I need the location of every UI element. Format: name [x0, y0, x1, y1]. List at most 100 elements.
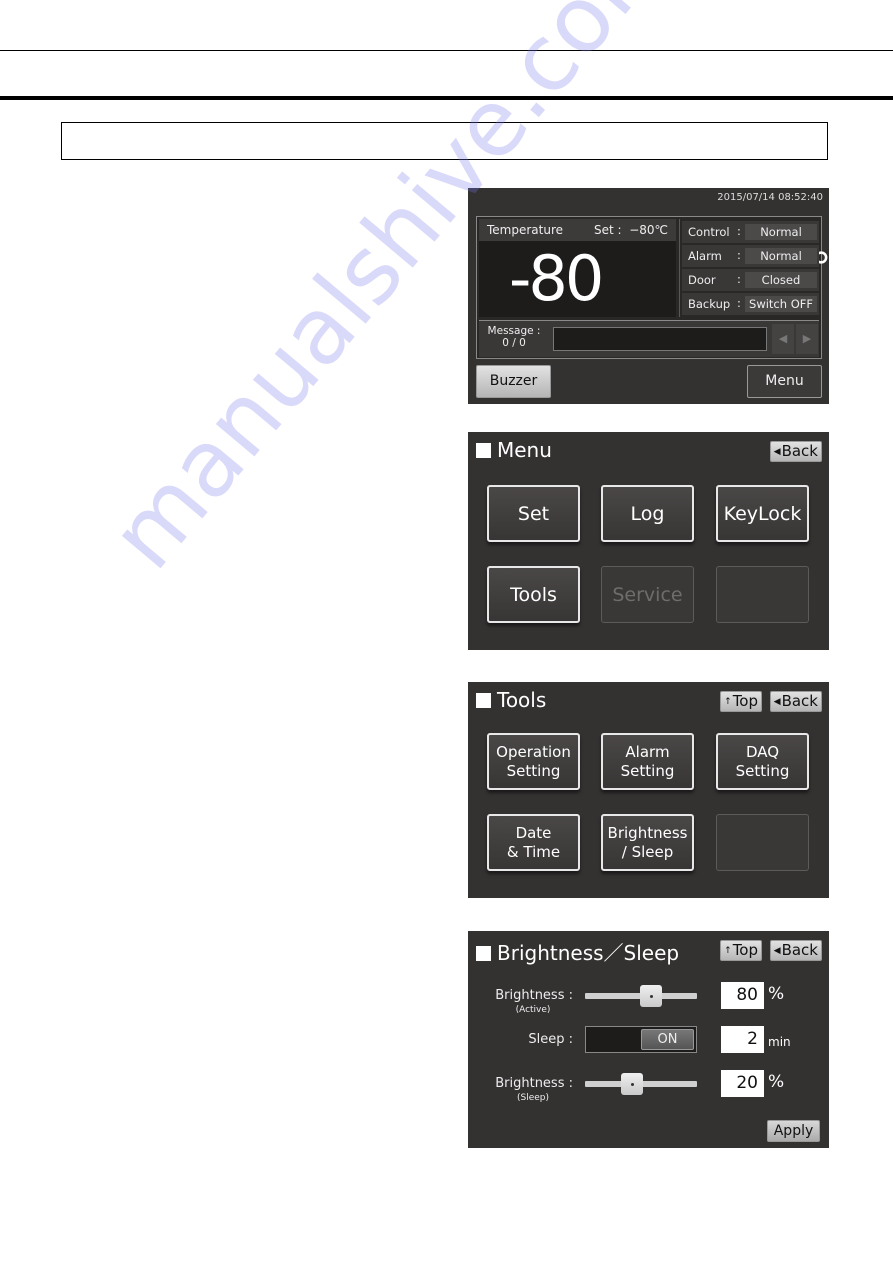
- sleep-brightness-slider-thumb[interactable]: [621, 1073, 644, 1095]
- arrow-up-icon: ↑: [724, 946, 732, 956]
- tile-line2: Setting: [735, 761, 790, 780]
- tile-line1: Operation: [496, 742, 571, 761]
- main-screen: 2015/07/14 08:52:40 Temperature Set : −8…: [468, 188, 829, 404]
- active-brightness-slider-thumb[interactable]: [640, 985, 663, 1007]
- sleep-toggle[interactable]: ON: [585, 1026, 697, 1053]
- triangle-left-icon: ◀: [773, 946, 781, 956]
- menu-tile-tools[interactable]: Tools: [487, 566, 580, 623]
- active-brightness-slider[interactable]: [585, 985, 697, 1007]
- status-value: Closed: [745, 272, 817, 288]
- tile-line2: & Time: [506, 842, 561, 861]
- tools-tile-date-time[interactable]: Date & Time: [487, 814, 580, 871]
- triangle-left-icon: ◀: [778, 332, 788, 345]
- tools-tile-alarm-setting[interactable]: Alarm Setting: [601, 733, 694, 790]
- status-colon: :: [737, 272, 741, 286]
- tile-line1: Date: [515, 823, 552, 842]
- triangle-right-icon: ▶: [802, 332, 812, 345]
- back-label: Back: [781, 692, 818, 710]
- menu-tile-keylock[interactable]: KeyLock: [716, 485, 809, 542]
- header-rule-thick: [0, 96, 893, 100]
- sleep-minutes-value[interactable]: 2: [721, 1026, 764, 1053]
- active-brightness-label-text: Brightness :: [495, 988, 573, 1003]
- menu-title-text: Menu: [497, 438, 552, 462]
- back-button[interactable]: ◀Back: [769, 691, 822, 712]
- menu-title: Menu: [476, 438, 552, 462]
- sleep-toggle-knob[interactable]: ON: [641, 1029, 694, 1050]
- tools-tile-daq-setting[interactable]: DAQ Setting: [716, 733, 809, 790]
- tools-tile-operation-setting[interactable]: Operation Setting: [487, 733, 580, 790]
- tools-screen: Tools ↑Top ◀Back Operation Setting Alarm S…: [468, 682, 829, 898]
- status-key: Door: [688, 273, 716, 287]
- status-key: Control: [688, 225, 730, 239]
- set-label: Set :: [593, 223, 622, 237]
- status-panel: Control: Normal Alarm: Normal Door: Clos…: [679, 219, 820, 317]
- main-frame: Temperature Set : −80℃ -80℃ Control: Nor…: [476, 216, 829, 359]
- tools-title-text: Tools: [497, 688, 547, 712]
- status-value: Normal: [745, 248, 817, 264]
- status-row-control: Control: Normal: [682, 221, 819, 243]
- status-row-alarm: Alarm: Normal: [682, 245, 819, 267]
- brightness-title: Brightness／Sleep: [476, 937, 679, 966]
- temperature-label: Temperature: [487, 223, 564, 237]
- back-button[interactable]: ◀Back: [769, 441, 822, 462]
- status-value: Switch OFF: [745, 296, 817, 312]
- tile-line2: Setting: [506, 761, 561, 780]
- message-row: Message :0 / 0 ◀ ▶: [479, 320, 819, 357]
- message-next-button[interactable]: ▶: [796, 324, 818, 354]
- active-brightness-label: Brightness : (Active): [473, 989, 573, 1017]
- status-key: Alarm: [688, 249, 722, 263]
- sleep-label: Sleep :: [528, 1032, 573, 1047]
- menu-tile-log[interactable]: Log: [601, 485, 694, 542]
- message-label: Message :0 / 0: [485, 325, 543, 349]
- apply-button[interactable]: Apply: [767, 1120, 820, 1142]
- status-key: Backup: [688, 297, 731, 311]
- sleep-brightness-slider[interactable]: [585, 1073, 697, 1095]
- status-colon: :: [737, 224, 741, 238]
- square-icon: [476, 946, 491, 961]
- top-label: Top: [732, 692, 758, 710]
- sleep-brightness-value[interactable]: 20: [721, 1070, 764, 1097]
- message-prev-button[interactable]: ◀: [772, 324, 794, 354]
- tools-tile-brightness-sleep[interactable]: Brightness / Sleep: [601, 814, 694, 871]
- active-brightness-value[interactable]: 80: [721, 982, 764, 1009]
- sleep-brightness-unit: %: [768, 1072, 785, 1092]
- temperature-panel: Temperature Set : −80℃ -80℃: [479, 219, 829, 317]
- buzzer-button[interactable]: Buzzer: [476, 365, 551, 398]
- current-temperature: -80℃: [509, 241, 829, 317]
- sleep-brightness-label-text: Brightness :: [495, 1076, 573, 1091]
- message-label-text: Message :: [487, 325, 541, 337]
- status-colon: :: [737, 248, 741, 262]
- square-icon: [476, 693, 491, 708]
- sleep-brightness-sublabel: (Sleep): [516, 1093, 550, 1103]
- active-brightness-unit: %: [768, 984, 785, 1004]
- status-row-door: Door: Closed: [682, 269, 819, 291]
- brightness-title-text: Brightness／Sleep: [497, 941, 680, 965]
- set-point: Set : −80℃: [594, 223, 668, 237]
- active-brightness-sublabel: (Active): [515, 1005, 551, 1015]
- brightness-sleep-screen: Brightness／Sleep ↑Top ◀Back Brightness :…: [468, 931, 829, 1148]
- message-box: [553, 327, 767, 351]
- back-label: Back: [781, 941, 818, 959]
- top-button[interactable]: ↑Top: [720, 940, 762, 961]
- top-button[interactable]: ↑Top: [720, 691, 762, 712]
- temperature-header: Temperature Set : −80℃: [479, 219, 676, 241]
- top-label: Top: [732, 941, 758, 959]
- menu-tile-set[interactable]: Set: [487, 485, 580, 542]
- tile-line2: / Sleep: [621, 842, 674, 861]
- status-colon: :: [737, 296, 741, 310]
- menu-button[interactable]: Menu: [747, 365, 822, 398]
- sleep-minutes-unit: min: [768, 1035, 791, 1049]
- tile-line1: Brightness: [607, 823, 688, 842]
- set-value: −80℃: [629, 223, 668, 237]
- menu-tile-service: Service: [601, 566, 694, 623]
- back-button[interactable]: ◀Back: [769, 940, 822, 961]
- tools-tile-empty: [716, 814, 809, 871]
- status-value: Normal: [745, 224, 817, 240]
- header-rule-thin: [0, 50, 893, 51]
- menu-screen: Menu ◀Back Set Log KeyLock Tools Service: [468, 432, 829, 650]
- menu-tile-empty: [716, 566, 809, 623]
- arrow-up-icon: ↑: [724, 697, 732, 707]
- triangle-left-icon: ◀: [773, 697, 781, 707]
- tile-line1: DAQ: [745, 742, 780, 761]
- tile-line2: Setting: [620, 761, 675, 780]
